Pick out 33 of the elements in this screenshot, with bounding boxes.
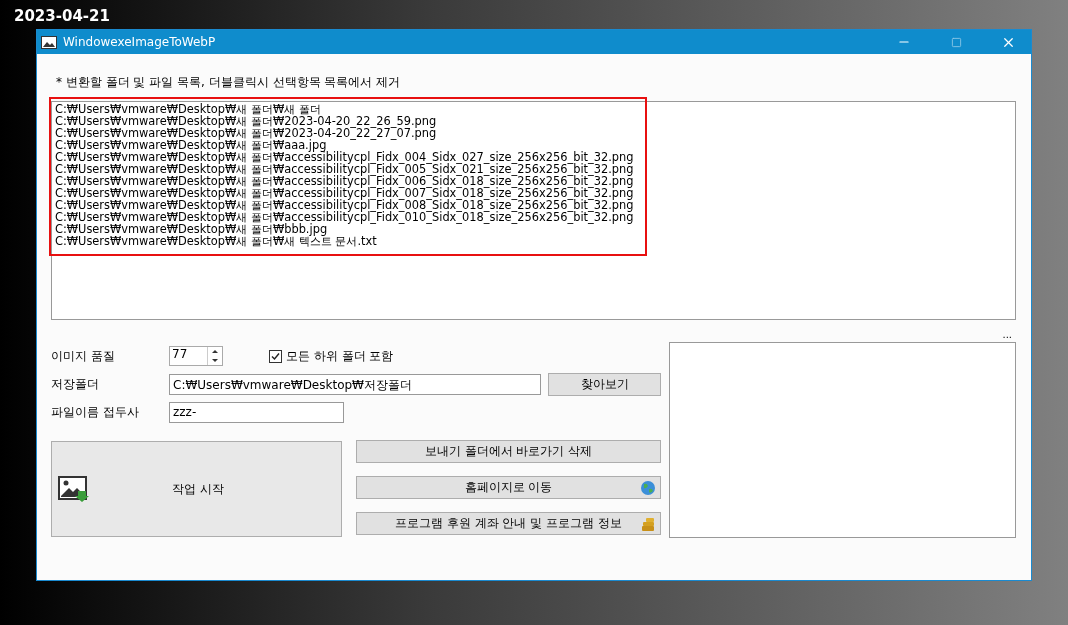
app-icon (41, 35, 57, 49)
instruction-text: * 변환할 폴더 및 파일 목록, 더블클릭시 선택항목 목록에서 제거 (56, 74, 402, 90)
quality-label: 이미지 품질 (51, 347, 116, 365)
list-item[interactable]: C:₩Users₩vmware₩Desktop₩새 폴더₩accessibilitycpl_Fidx_005_Sidx_021_size_256x256_bit_32.png (55, 163, 634, 175)
window-title: WindowexeImageToWebP (63, 35, 217, 49)
action-button[interactable]: 보내기 폴더에서 바로가기 삭제 (356, 440, 661, 463)
action-button[interactable]: 홈페이지로 이동 (356, 476, 661, 499)
subfolder-checkbox[interactable] (269, 349, 282, 363)
list-item[interactable]: C:₩Users₩vmware₩Desktop₩새 폴더₩accessibilitycpl_Fidx_008_Sidx_018_size_256x256_bit_32.png (55, 199, 634, 211)
prefix-label: 파일이름 접두사 (51, 403, 140, 421)
save-folder-label: 저장폴더 (51, 375, 100, 393)
checkbox-label: 모든 하위 폴더 포함 (286, 347, 394, 365)
list-item[interactable]: C:₩Users₩vmware₩Desktop₩새 폴더₩aaa.jpg (55, 139, 327, 151)
ellipsis-text: ... (1002, 329, 1012, 342)
save-folder-field[interactable]: C:₩Users₩vmware₩Desktop₩저장폴더 (169, 373, 541, 395)
coins-icon (640, 516, 656, 532)
list-item[interactable]: C:₩Users₩vmware₩Desktop₩새 폴더₩accessibilitycpl_Fidx_006_Sidx_018_size_256x256_bit_32.png (55, 175, 634, 187)
list-item[interactable]: C:₩Users₩vmware₩Desktop₩새 폴더₩accessibilitycpl_Fidx_004_Sidx_027_size_256x256_bit_32.png (55, 151, 634, 163)
list-item[interactable]: C:₩Users₩vmware₩Desktop₩새 폴더₩accessibilitycpl_Fidx_010_Sidx_018_size_256x256_bit_32.png (55, 211, 634, 223)
list-item[interactable]: C:₩Users₩vmware₩Desktop₩새 폴더₩새 텍스트 문서.txt (55, 235, 377, 247)
globe-icon (640, 480, 656, 496)
action-button[interactable]: 프로그램 후원 계좌 안내 및 프로그램 정보 (356, 512, 661, 535)
list-item[interactable]: C:₩Users₩vmware₩Desktop₩새 폴더₩bbb.jpg (55, 223, 328, 235)
list-item[interactable]: C:₩Users₩vmware₩Desktop₩새 폴더₩2023-04-20_22_27_07.png (55, 127, 437, 139)
start-button[interactable]: 작업 시작 (51, 441, 342, 537)
image-download-icon (58, 476, 90, 502)
prefix-field[interactable]: zzz- (169, 401, 344, 423)
list-item[interactable]: C:₩Users₩vmware₩Desktop₩새 폴더₩2023-04-20_22_26_59.png (55, 115, 437, 127)
date-text: 2023-04-21 (13, 6, 111, 27)
quality-spinner[interactable]: 77 (169, 346, 223, 366)
list-item[interactable]: C:₩Users₩vmware₩Desktop₩새 폴더₩새 폴더 (55, 103, 321, 115)
list-item[interactable]: C:₩Users₩vmware₩Desktop₩새 폴더₩accessibilitycpl_Fidx_007_Sidx_018_size_256x256_bit_32.png (55, 187, 634, 199)
browse-button[interactable]: 찾아보기 (548, 372, 661, 396)
